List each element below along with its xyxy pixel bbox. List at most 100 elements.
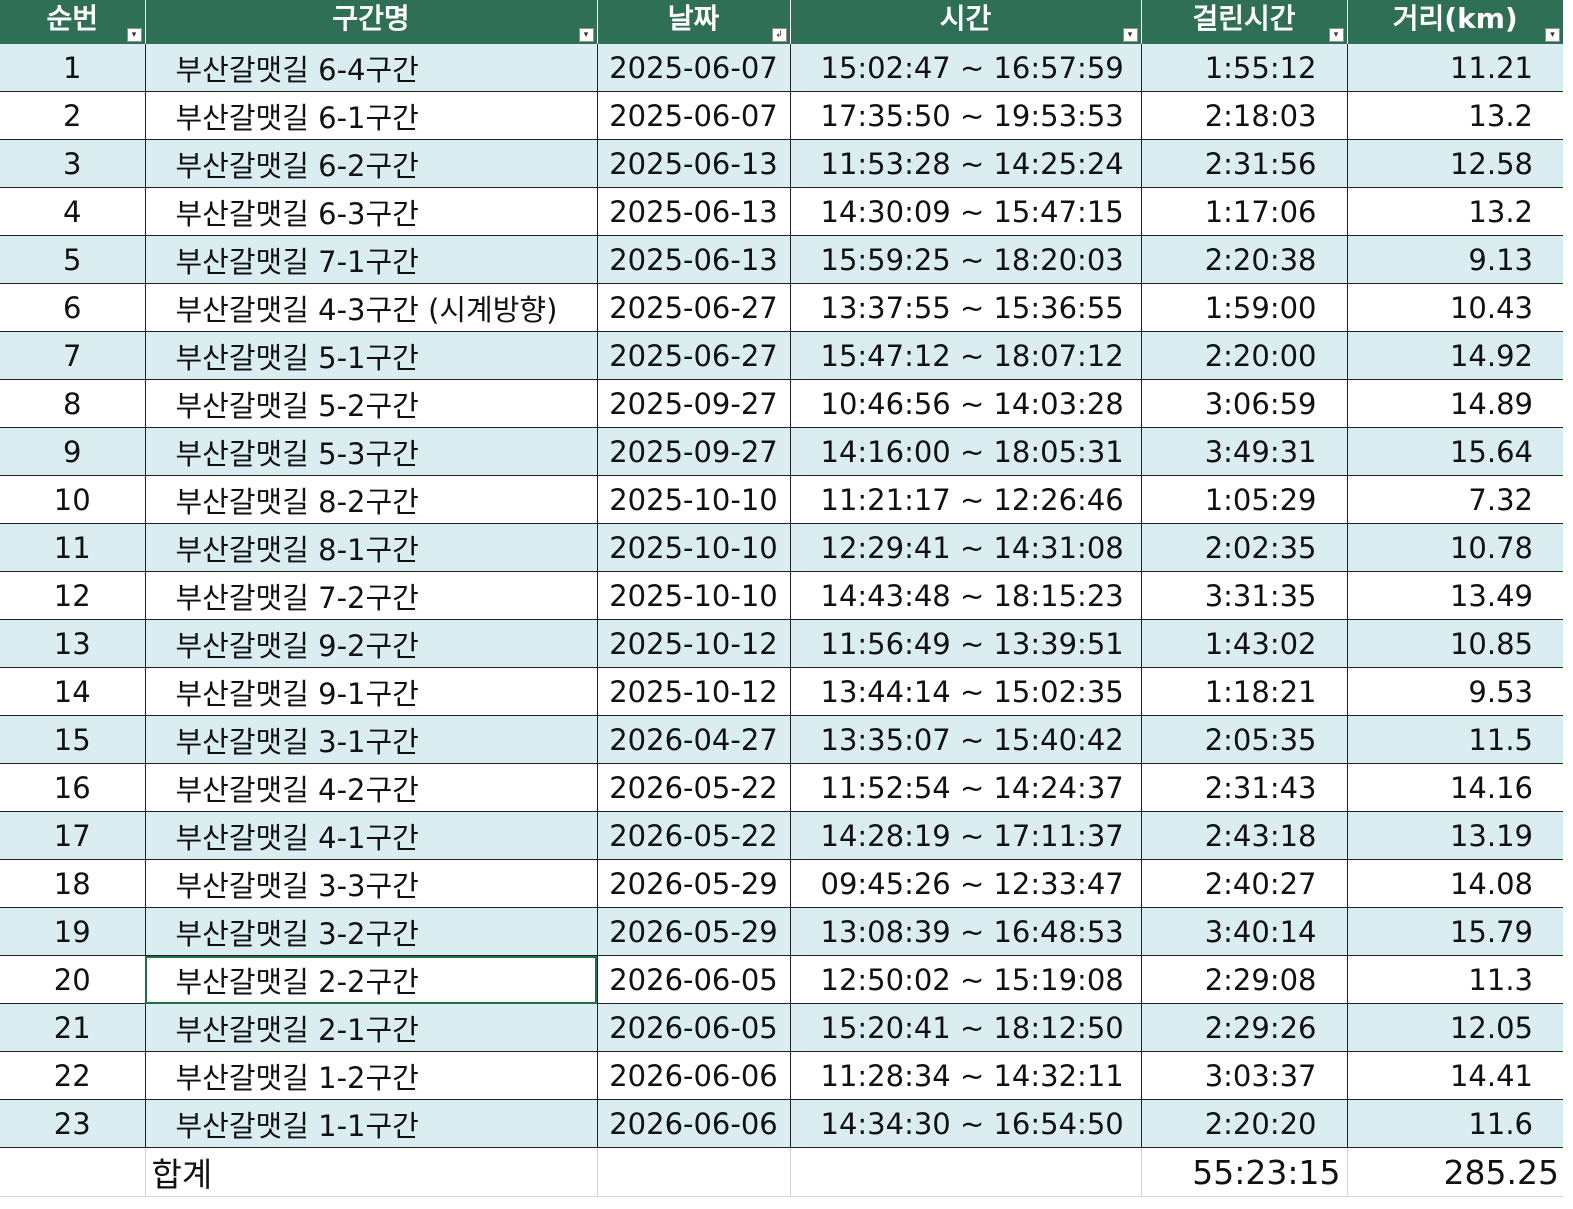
cell-section-name[interactable]: 부산갈맷길 1-1구간 [145,1099,598,1148]
cell-section-name[interactable]: 부산갈맷길 4-3구간 (시계방향) [145,283,598,332]
cell-duration[interactable]: 1:55:12 [1141,44,1348,92]
cell-distance[interactable]: 11.21 [1347,44,1563,92]
header-section-name[interactable]: 구간명 ▾ [145,0,598,44]
cell-time-range[interactable]: 13:44:14 ~ 15:02:35 [790,667,1142,716]
header-seq[interactable]: 순번 ▾ [0,0,146,44]
cell-distance[interactable]: 12.58 [1347,139,1563,188]
cell-duration[interactable]: 2:31:43 [1141,763,1348,812]
cell-time-range[interactable]: 11:53:28 ~ 14:25:24 [790,139,1142,188]
cell-seq[interactable]: 17 [0,811,146,860]
cell-distance[interactable]: 9.53 [1347,667,1563,716]
cell-distance[interactable]: 11.6 [1347,1099,1563,1148]
cell-duration[interactable]: 2:02:35 [1141,523,1348,572]
cell-time-range[interactable]: 10:46:56 ~ 14:03:28 [790,379,1142,428]
cell-seq[interactable]: 16 [0,763,146,812]
cell-seq[interactable]: 5 [0,235,146,284]
cell-distance[interactable]: 13.19 [1347,811,1563,860]
cell-section-name[interactable]: 부산갈맷길 4-1구간 [145,811,598,860]
cell-section-name[interactable]: 부산갈맷길 5-1구간 [145,331,598,380]
cell-distance[interactable]: 10.85 [1347,619,1563,668]
cell-date[interactable]: 2025-09-27 [597,427,791,476]
cell-duration[interactable]: 1:17:06 [1141,187,1348,236]
cell-time-range[interactable]: 13:08:39 ~ 16:48:53 [790,907,1142,956]
cell-section-name[interactable]: 부산갈맷길 7-2구간 [145,571,598,620]
cell-seq[interactable]: 1 [0,44,146,92]
cell-distance[interactable]: 14.41 [1347,1051,1563,1100]
cell-seq[interactable]: 6 [0,283,146,332]
cell-duration[interactable]: 1:43:02 [1141,619,1348,668]
cell-seq[interactable]: 22 [0,1051,146,1100]
cell-seq[interactable]: 8 [0,379,146,428]
cell-time-range[interactable]: 15:20:41 ~ 18:12:50 [790,1003,1142,1052]
cell-time-range[interactable]: 11:21:17 ~ 12:26:46 [790,475,1142,524]
cell-section-name[interactable]: 부산갈맷길 8-2구간 [145,475,598,524]
cell-date[interactable]: 2026-06-06 [597,1051,791,1100]
cell-section-name[interactable]: 부산갈맷길 6-2구간 [145,139,598,188]
cell-date[interactable]: 2025-06-13 [597,235,791,284]
cell-seq[interactable]: 20 [0,955,146,1004]
cell-date[interactable]: 2025-06-27 [597,283,791,332]
cell-seq[interactable]: 11 [0,523,146,572]
cell-time-range[interactable]: 13:37:55 ~ 15:36:55 [790,283,1142,332]
cell-duration[interactable]: 2:31:56 [1141,139,1348,188]
cell-section-name[interactable]: 부산갈맷길 5-2구간 [145,379,598,428]
cell-section-name[interactable]: 부산갈맷길 9-2구간 [145,619,598,668]
total-empty-cell[interactable] [597,1147,791,1197]
cell-section-name[interactable]: 부산갈맷길 4-2구간 [145,763,598,812]
cell-section-name[interactable]: 부산갈맷길 3-2구간 [145,907,598,956]
cell-distance[interactable]: 13.49 [1347,571,1563,620]
cell-duration[interactable]: 3:49:31 [1141,427,1348,476]
cell-distance[interactable]: 10.43 [1347,283,1563,332]
cell-seq[interactable]: 12 [0,571,146,620]
cell-date[interactable]: 2025-06-07 [597,44,791,92]
cell-section-name[interactable]: 부산갈맷길 3-1구간 [145,715,598,764]
cell-seq[interactable]: 21 [0,1003,146,1052]
cell-time-range[interactable]: 11:28:34 ~ 14:32:11 [790,1051,1142,1100]
cell-date[interactable]: 2025-09-27 [597,379,791,428]
cell-date[interactable]: 2025-10-10 [597,571,791,620]
header-distance[interactable]: 거리(km) ▾ [1347,0,1563,44]
cell-seq[interactable]: 13 [0,619,146,668]
cell-time-range[interactable]: 14:30:09 ~ 15:47:15 [790,187,1142,236]
cell-duration[interactable]: 2:29:08 [1141,955,1348,1004]
cell-duration[interactable]: 2:20:00 [1141,331,1348,380]
cell-seq[interactable]: 23 [0,1099,146,1148]
cell-distance[interactable]: 13.2 [1347,187,1563,236]
filter-dropdown-icon[interactable]: ▾ [1328,28,1344,42]
cell-seq[interactable]: 18 [0,859,146,908]
cell-time-range[interactable]: 14:34:30 ~ 16:54:50 [790,1099,1142,1148]
filter-dropdown-icon[interactable]: ▾ [126,28,142,42]
cell-time-range[interactable]: 15:02:47 ~ 16:57:59 [790,44,1142,92]
cell-seq[interactable]: 7 [0,331,146,380]
cell-seq[interactable]: 15 [0,715,146,764]
cell-duration[interactable]: 3:40:14 [1141,907,1348,956]
cell-section-name[interactable]: 부산갈맷길 6-3구간 [145,187,598,236]
cell-section-name[interactable]: 부산갈맷길 6-4구간 [145,44,598,92]
cell-seq[interactable]: 2 [0,91,146,140]
header-date[interactable]: 날짜 ↲ [597,0,791,44]
total-distance[interactable]: 285.25 [1347,1147,1563,1197]
cell-duration[interactable]: 2:29:26 [1141,1003,1348,1052]
cell-date[interactable]: 2025-06-13 [597,187,791,236]
cell-section-name[interactable]: 부산갈맷길 2-1구간 [145,1003,598,1052]
cell-distance[interactable]: 13.2 [1347,91,1563,140]
cell-distance[interactable]: 11.5 [1347,715,1563,764]
total-label[interactable]: 합계 [145,1147,598,1197]
cell-distance[interactable]: 9.13 [1347,235,1563,284]
cell-date[interactable]: 2026-05-22 [597,763,791,812]
cell-date[interactable]: 2025-06-07 [597,91,791,140]
total-empty-cell[interactable] [790,1147,1142,1197]
cell-section-name[interactable]: 부산갈맷길 8-1구간 [145,523,598,572]
cell-date[interactable]: 2026-06-05 [597,1003,791,1052]
cell-duration[interactable]: 1:05:29 [1141,475,1348,524]
cell-distance[interactable]: 12.05 [1347,1003,1563,1052]
cell-duration[interactable]: 3:06:59 [1141,379,1348,428]
cell-date[interactable]: 2025-06-13 [597,139,791,188]
cell-time-range[interactable]: 14:43:48 ~ 18:15:23 [790,571,1142,620]
cell-duration[interactable]: 3:03:37 [1141,1051,1348,1100]
cell-duration[interactable]: 2:20:38 [1141,235,1348,284]
cell-distance[interactable]: 14.92 [1347,331,1563,380]
header-time[interactable]: 시간 ▾ [790,0,1142,44]
cell-distance[interactable]: 7.32 [1347,475,1563,524]
cell-date[interactable]: 2026-06-06 [597,1099,791,1148]
